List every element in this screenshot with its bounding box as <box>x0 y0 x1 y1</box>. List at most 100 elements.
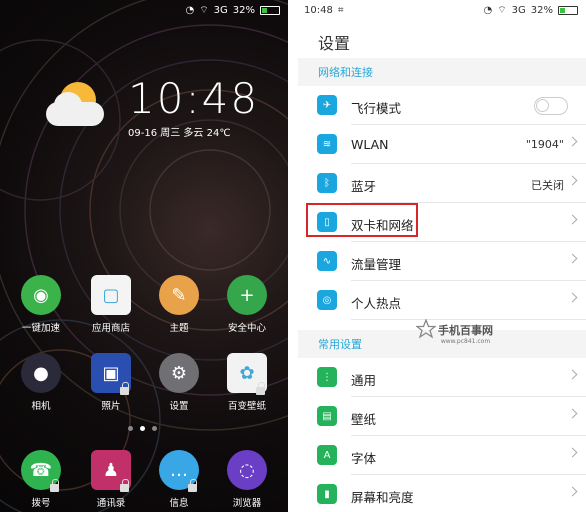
camera-icon: ● <box>21 353 61 393</box>
row-divider <box>351 319 586 320</box>
display-brightness-icon: ▮ <box>317 484 337 504</box>
phone-icon: ☎ <box>21 450 61 492</box>
security-shield-icon: + <box>227 275 267 315</box>
app-contacts[interactable]: ♟ 通讯录 <box>78 450 144 509</box>
font-icon: A <box>317 445 337 465</box>
airplane-icon: ✈ <box>317 95 337 115</box>
chevron-right-icon <box>567 136 578 147</box>
settings-row-bluetooth[interactable]: ᛒ 蓝牙 已关闭 <box>298 164 586 203</box>
wifi-status-icon: ⌔ <box>199 4 209 16</box>
app-wallpaper[interactable]: ✿ 百变壁纸 <box>214 353 280 412</box>
app-label: 设置 <box>169 401 189 412</box>
row-label: 个人热点 <box>351 296 402 311</box>
row-value: 已关闭 <box>531 179 564 192</box>
row-label: 屏幕和亮度 <box>351 490 414 505</box>
lock-icon <box>50 479 59 492</box>
app-theme-brush[interactable]: ✎ 主题 <box>146 275 212 334</box>
section-label: 网络和连接 <box>318 66 373 79</box>
app-security-shield[interactable]: + 安全中心 <box>214 275 280 334</box>
row-value: "1904" <box>525 138 564 151</box>
row-label: 壁纸 <box>351 412 377 427</box>
weather-cloud-sun-icon <box>40 80 110 135</box>
settings-row-display-brightness[interactable]: ▮ 屏幕和亮度 <box>298 475 586 512</box>
app-app-store[interactable]: ▢ 应用商店 <box>78 275 144 334</box>
photos-icon: ▣ <box>91 353 131 395</box>
row-label: 字体 <box>351 451 377 466</box>
settings-row-font[interactable]: A 字体 <box>298 436 586 475</box>
battery-icon <box>260 5 280 15</box>
alarm-icon: ◔ <box>185 4 195 16</box>
app-label: 浏览器 <box>232 498 262 509</box>
row-label: 流量管理 <box>351 257 402 272</box>
contacts-icon: ♟ <box>91 450 131 492</box>
settings-row-general[interactable]: ⋮ 通用 <box>298 358 586 397</box>
page-dot <box>128 426 133 431</box>
data-usage-icon: ∿ <box>317 251 337 271</box>
app-settings-gear[interactable]: ⚙ 设置 <box>146 353 212 412</box>
app-store-icon: ▢ <box>91 275 131 315</box>
section-label: 常用设置 <box>318 338 362 351</box>
settings-gear-icon: ⚙ <box>159 353 199 393</box>
hotspot-icon: ◎ <box>317 290 337 310</box>
wallpaper-setting-icon: ▤ <box>317 406 337 426</box>
signal-label: 3G <box>213 4 228 16</box>
settings-row-data-usage[interactable]: ∿ 流量管理 <box>298 242 586 281</box>
settings-row-wifi[interactable]: ≋ WLAN "1904" <box>298 125 586 164</box>
chevron-right-icon <box>567 175 578 186</box>
clock-time[interactable]: 10:48 <box>128 74 259 123</box>
star-logo-icon <box>416 319 436 339</box>
notification-icon: ⌗ <box>337 4 344 16</box>
page-dot <box>152 426 157 431</box>
app-camera[interactable]: ● 相机 <box>8 353 74 412</box>
browser-icon: ◌ <box>227 450 267 490</box>
app-label: 主题 <box>169 323 189 334</box>
airplane-mode-toggle[interactable] <box>534 97 568 115</box>
battery-icon <box>558 5 578 15</box>
row-label: 蓝牙 <box>351 179 377 194</box>
status-bar: ◔ ⌔ 3G 32% <box>185 0 280 20</box>
app-label: 通讯录 <box>96 498 126 509</box>
theme-brush-icon: ✎ <box>159 275 199 315</box>
app-label: 信息 <box>169 498 189 509</box>
app-label: 相机 <box>31 401 51 412</box>
settings-row-wallpaper-setting[interactable]: ▤ 壁纸 <box>298 397 586 436</box>
home-screen: ◔ ⌔ 3G 32% 10:48 09-16 周三 多云 24℃ ◉ 一键加速 ▢ 应… <box>0 0 288 512</box>
app-browser[interactable]: ◌ 浏览器 <box>214 450 280 509</box>
panel-divider <box>288 0 298 512</box>
app-label: 百变壁纸 <box>227 401 266 412</box>
app-label: 一键加速 <box>21 323 60 334</box>
settings-row-hotspot[interactable]: ◎ 个人热点 <box>298 281 586 320</box>
lock-icon <box>120 382 129 395</box>
app-label: 应用商店 <box>91 323 130 334</box>
status-bar-left: 10:48 ⌗ <box>304 0 343 20</box>
general-icon: ⋮ <box>317 367 337 387</box>
app-photos[interactable]: ▣ 照片 <box>78 353 144 412</box>
wifi-status-icon: ⌔ <box>497 4 507 16</box>
lock-icon <box>188 479 197 492</box>
row-label: 通用 <box>351 373 377 388</box>
toggle-knob <box>536 99 549 112</box>
app-phone[interactable]: ☎ 拨号 <box>8 450 74 509</box>
chevron-right-icon <box>567 292 578 303</box>
page-title: 设置 <box>318 34 351 53</box>
date-weather: 09-16 周三 多云 24℃ <box>128 128 231 139</box>
watermark-title: 手机百事网 <box>438 324 493 337</box>
battery-percent: 32% <box>232 4 255 16</box>
highlight-box <box>306 203 418 237</box>
bluetooth-icon: ᛒ <box>317 173 337 193</box>
app-label: 拨号 <box>31 498 51 509</box>
app-speedup[interactable]: ◉ 一键加速 <box>8 275 74 334</box>
watermark: 手机百事网 www.pc841.com <box>416 319 493 345</box>
speedup-icon: ◉ <box>21 275 61 315</box>
chevron-right-icon <box>567 408 578 419</box>
wifi-icon: ≋ <box>317 134 337 154</box>
row-label: 飞行模式 <box>351 101 402 116</box>
page-indicator <box>128 426 157 431</box>
lock-icon <box>256 382 265 395</box>
chevron-right-icon <box>567 253 578 264</box>
app-messages[interactable]: … 信息 <box>146 450 212 509</box>
status-time: 10:48 <box>304 4 333 16</box>
battery-percent: 32% <box>530 4 553 16</box>
section-header-network: 网络和连接 <box>298 58 586 86</box>
settings-row-airplane[interactable]: ✈ 飞行模式 <box>298 86 586 125</box>
